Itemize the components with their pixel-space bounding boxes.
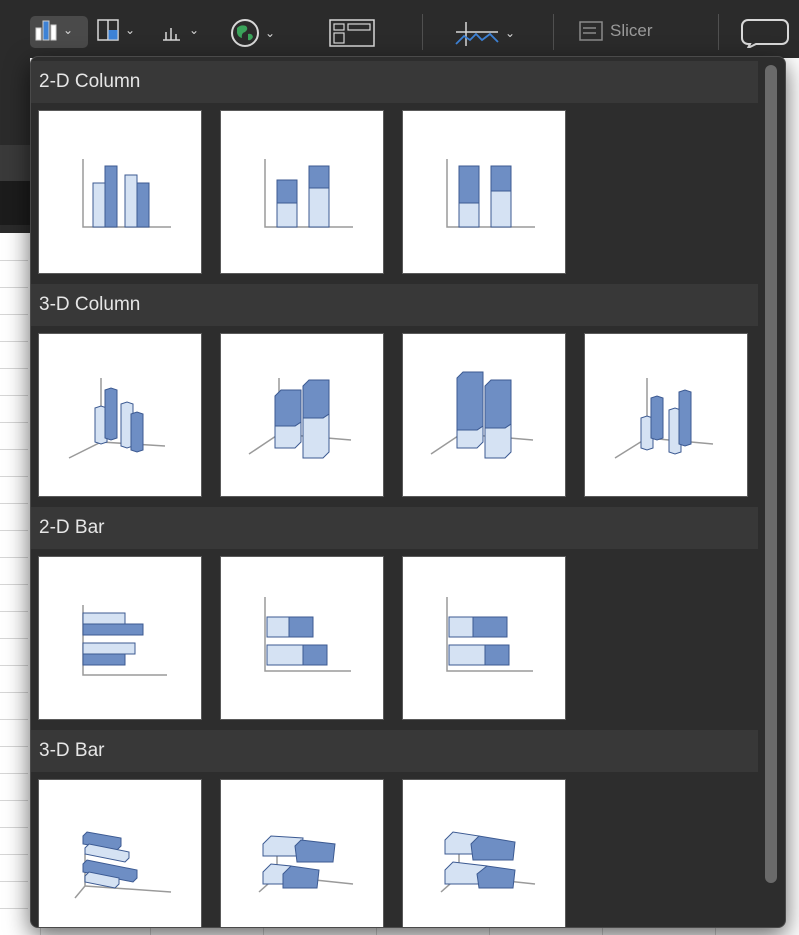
formula-bar-edge	[0, 145, 30, 181]
100-stacked-column-option[interactable]	[402, 110, 566, 274]
100-stacked-bar-option[interactable]	[402, 556, 566, 720]
grid-line	[0, 260, 28, 261]
column-header-edge	[0, 181, 30, 225]
grid-line	[0, 854, 28, 855]
grid-line	[0, 314, 28, 315]
comment-icon	[741, 19, 789, 48]
sparkline-icon	[455, 22, 499, 46]
grid-line	[0, 422, 28, 423]
3d-clustered-bar-icon	[74, 831, 172, 899]
grid-line	[0, 611, 28, 612]
insert-hierarchy-chart-button[interactable]: ⌄	[96, 18, 135, 42]
grid-line	[0, 557, 28, 558]
chevron-down-icon: ⌄	[63, 23, 74, 37]
3d-stacked-bar-icon	[258, 835, 354, 893]
section-header-2d-column: 2-D Column	[31, 61, 758, 103]
section-header-3d-bar: 3-D Bar	[31, 730, 758, 772]
3d-stacked-column-icon	[248, 378, 352, 459]
stacked-bar-icon	[264, 597, 351, 672]
slicer-icon	[579, 21, 603, 41]
grid-line	[0, 773, 28, 774]
toolbar-separator	[553, 14, 554, 50]
insert-sparkline-button[interactable]: ⌄	[452, 18, 515, 48]
chevron-down-icon: ⌄	[505, 26, 516, 40]
section-header-2d-bar: 2-D Bar	[31, 507, 758, 549]
3d-clustered-column-icon	[68, 378, 166, 459]
stacked-column-option[interactable]	[220, 110, 384, 274]
3d-stacked-bar-option[interactable]	[220, 779, 384, 927]
chevron-down-icon: ⌄	[125, 23, 136, 37]
grid-line	[0, 341, 28, 342]
insert-map-chart-button[interactable]: ⌄	[228, 18, 275, 48]
grid-line	[0, 287, 28, 288]
grid-line	[0, 530, 28, 531]
3d-100-stacked-bar-option[interactable]	[402, 779, 566, 927]
grid-line	[0, 638, 28, 639]
pivot-chart-icon	[329, 19, 375, 47]
chevron-down-icon: ⌄	[189, 23, 200, 37]
3d-clustered-bar-option[interactable]	[38, 779, 202, 927]
3d-100-stacked-column-option[interactable]	[402, 333, 566, 497]
dropdown-scrollbar[interactable]	[765, 65, 777, 883]
grid-line	[0, 584, 28, 585]
statistic-chart-icon	[163, 28, 180, 41]
grid-line	[0, 746, 28, 747]
grid-line	[0, 692, 28, 693]
grid-line	[0, 665, 28, 666]
3d-100-stacked-bar-icon	[440, 831, 536, 893]
3d-column-icon	[614, 378, 714, 459]
section-header-3d-column: 3-D Column	[31, 284, 758, 326]
grid-line	[0, 395, 28, 396]
slicer-label: Slicer	[610, 21, 653, 40]
grid-line	[0, 503, 28, 504]
clustered-bar-option[interactable]	[38, 556, 202, 720]
grid-line	[0, 719, 28, 720]
stacked-column-icon	[264, 159, 353, 228]
stacked-bar-option[interactable]	[220, 556, 384, 720]
grid-line	[0, 368, 28, 369]
3d-column-option[interactable]	[584, 333, 748, 497]
toolbar-separator	[422, 14, 423, 50]
grid-line	[0, 908, 28, 909]
hierarchy-chart-icon	[97, 19, 119, 41]
clustered-column-icon	[82, 159, 171, 228]
grid-line	[0, 476, 28, 477]
100-stacked-bar-icon	[446, 597, 533, 672]
toolbar-separator	[718, 14, 719, 50]
insert-pivot-chart-button[interactable]	[328, 18, 376, 48]
column-chart-icon	[35, 20, 57, 41]
insert-slicer-button[interactable]: Slicer	[578, 20, 653, 42]
grid-line	[0, 881, 28, 882]
insert-column-chart-button[interactable]: ⌄	[34, 18, 73, 42]
insert-comment-button[interactable]	[740, 16, 790, 48]
grid-line	[0, 800, 28, 801]
100-stacked-column-icon	[446, 159, 535, 228]
chevron-down-icon: ⌄	[265, 26, 276, 40]
chart-type-dropdown: 2-D Column 3-D Column 2-D Bar 3-D Bar	[30, 56, 786, 928]
3d-100-stacked-column-icon	[430, 371, 534, 459]
3d-stacked-column-option[interactable]	[220, 333, 384, 497]
grid-line	[0, 449, 28, 450]
insert-statistic-chart-button[interactable]: ⌄	[160, 18, 199, 42]
3d-clustered-column-option[interactable]	[38, 333, 202, 497]
grid-line	[0, 827, 28, 828]
clustered-bar-icon	[82, 605, 167, 676]
clustered-column-option[interactable]	[38, 110, 202, 274]
map-chart-icon	[231, 19, 259, 47]
ribbon-toolbar: ⌄ ⌄ ⌄ ⌄ ⌄ Slicer	[0, 0, 799, 58]
